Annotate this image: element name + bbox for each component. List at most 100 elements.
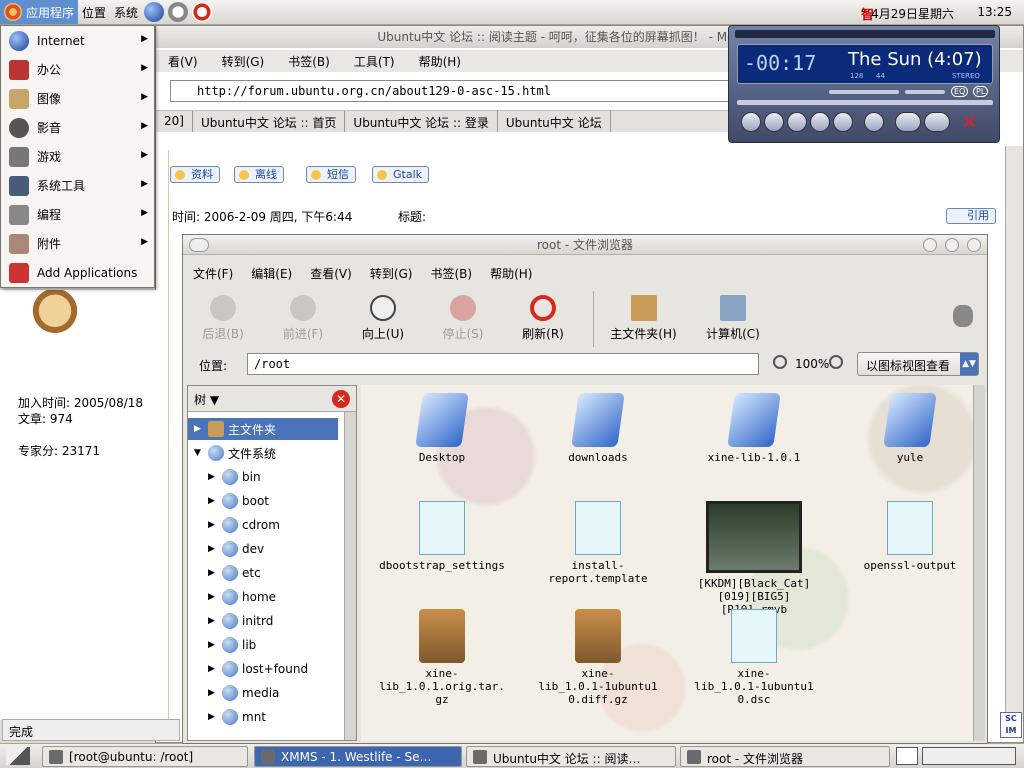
- clock-launcher-icon[interactable]: [168, 2, 189, 22]
- tree-row[interactable]: ▶ initrd: [188, 610, 338, 632]
- menu-help[interactable]: 帮助(H): [490, 265, 532, 282]
- tree-row[interactable]: ▶ dev: [188, 538, 338, 560]
- task-terminal[interactable]: [root@ubuntu: /root]: [42, 746, 248, 767]
- browser-tab[interactable]: Ubuntu中文 论坛 :: 首页: [193, 111, 346, 132]
- file-item[interactable]: downloads: [523, 393, 673, 464]
- maximize-button[interactable]: [945, 238, 959, 252]
- refresh-button[interactable]: 刷新(R): [503, 291, 583, 347]
- file-item[interactable]: dbootstrap_settings: [367, 501, 517, 572]
- minimize-button[interactable]: [923, 238, 937, 252]
- tree-row[interactable]: ▶ lib: [188, 634, 338, 656]
- up-button[interactable]: 向上(U): [343, 291, 423, 347]
- playlist-button[interactable]: PL: [973, 86, 989, 97]
- menu-item-internet[interactable]: Internet ▶: [1, 26, 154, 55]
- expander-closed-icon[interactable]: ▶: [194, 424, 202, 434]
- tree-row[interactable]: ▶ etc: [188, 562, 338, 584]
- repeat-icon[interactable]: [895, 112, 921, 132]
- workspace-preview[interactable]: [922, 747, 1016, 765]
- browser-menu-view[interactable]: 看(V): [168, 53, 198, 70]
- expander-closed-icon[interactable]: ▶: [208, 616, 216, 626]
- eject-icon[interactable]: [864, 112, 884, 132]
- file-item[interactable]: xine-lib-1.0.1: [679, 393, 829, 464]
- menu-item-games[interactable]: 游戏 ▶: [1, 142, 154, 171]
- menu-item-add-applications[interactable]: Add Applications: [1, 258, 154, 287]
- volume-slider[interactable]: [829, 90, 899, 94]
- tree-row[interactable]: ▶ bin: [188, 466, 338, 488]
- menu-item-office[interactable]: 办公 ▶: [1, 55, 154, 84]
- gtalk-button[interactable]: Gtalk: [372, 166, 430, 183]
- sidebar-header[interactable]: 树 ▼ ✕: [188, 386, 356, 412]
- quote-button[interactable]: 引用: [946, 208, 996, 224]
- expander-closed-icon[interactable]: ▶: [208, 664, 216, 674]
- system-menu[interactable]: 系统: [110, 0, 142, 24]
- menu-view[interactable]: 查看(V): [310, 265, 352, 282]
- expander-closed-icon[interactable]: ▶: [208, 544, 216, 554]
- panel-date[interactable]: 4月29日星期六: [871, 5, 954, 22]
- menu-item-system-tools[interactable]: 系统工具 ▶: [1, 171, 154, 200]
- back-button[interactable]: 后退(B): [183, 291, 263, 347]
- panel-clock[interactable]: 13:25: [977, 5, 1012, 19]
- menu-go[interactable]: 转到(G): [370, 265, 413, 282]
- expander-open-icon[interactable]: ▼: [194, 448, 202, 458]
- task-firefox[interactable]: Ubuntu中文 论坛 :: 阅读…: [466, 746, 676, 767]
- firefox-launcher-icon[interactable]: [144, 2, 165, 22]
- expander-closed-icon[interactable]: ▶: [208, 712, 216, 722]
- icon-view-scrollbar[interactable]: [973, 385, 985, 741]
- file-item[interactable]: Desktop: [367, 393, 517, 464]
- stop-icon[interactable]: [810, 112, 830, 132]
- applications-menu[interactable]: 应用程序: [0, 0, 79, 24]
- zoom-out-icon[interactable]: [773, 355, 787, 369]
- close-icon[interactable]: ✕: [961, 112, 978, 132]
- window-menu-button[interactable]: [189, 238, 209, 252]
- profile-button[interactable]: 资料: [170, 166, 220, 183]
- next-icon[interactable]: [833, 112, 853, 132]
- browser-menu-bookmarks[interactable]: 书签(B): [288, 53, 330, 70]
- file-item[interactable]: xine- lib_1.0.1-1ubuntu1 0.dsc: [679, 609, 829, 706]
- menu-item-accessories[interactable]: 附件 ▶: [1, 229, 154, 258]
- seek-bar[interactable]: [737, 100, 993, 105]
- file-item[interactable]: openssl-output: [835, 501, 985, 572]
- task-xmms[interactable]: XMMS - 1. Westlife - Se…: [254, 746, 462, 767]
- expander-closed-icon[interactable]: ▶: [208, 496, 216, 506]
- workspace-switcher[interactable]: [896, 747, 918, 765]
- location-input[interactable]: /root: [247, 353, 759, 375]
- expander-closed-icon[interactable]: ▶: [208, 592, 216, 602]
- pause-icon[interactable]: [787, 112, 807, 132]
- task-nautilus[interactable]: root - 文件浏览器: [680, 746, 890, 767]
- browser-menu-tools[interactable]: 工具(T): [354, 53, 395, 70]
- xmms-time[interactable]: -00:17: [744, 51, 816, 75]
- tree-row[interactable]: ▶ lost+found: [188, 658, 338, 680]
- xmms-titlebar[interactable]: [735, 30, 995, 38]
- url-bar[interactable]: http://forum.ubuntu.org.cn/about129-0-as…: [170, 80, 730, 102]
- shuffle-icon[interactable]: [924, 112, 950, 132]
- menu-edit[interactable]: 编辑(E): [251, 265, 292, 282]
- menu-item-graphics[interactable]: 图像 ▶: [1, 84, 154, 113]
- browser-menu-help[interactable]: 帮助(H): [419, 53, 461, 70]
- expander-closed-icon[interactable]: ▶: [208, 640, 216, 650]
- browser-menu-go[interactable]: 转到(G): [222, 53, 265, 70]
- file-item[interactable]: yule: [835, 393, 985, 464]
- offline-button[interactable]: 离线: [234, 166, 284, 183]
- menu-bookmarks[interactable]: 书签(B): [430, 265, 472, 282]
- expander-closed-icon[interactable]: ▶: [208, 472, 216, 482]
- show-desktop-icon[interactable]: [6, 747, 30, 765]
- play-icon[interactable]: [764, 112, 784, 132]
- page-scrollbar[interactable]: [1005, 146, 1023, 721]
- close-button[interactable]: [967, 238, 981, 252]
- previous-icon[interactable]: [741, 112, 761, 132]
- browser-tab[interactable]: Ubuntu中文 论坛 :: 登录: [345, 111, 498, 132]
- zoom-level[interactable]: 100%: [795, 357, 829, 371]
- tree-scrollbar[interactable]: [344, 412, 356, 740]
- file-item[interactable]: install- report.template: [523, 501, 673, 585]
- tree-row[interactable]: ▶ 主文件夹: [188, 418, 338, 440]
- menu-item-multimedia[interactable]: 影音 ▶: [1, 113, 154, 142]
- browser-tab[interactable]: 20]: [156, 111, 193, 132]
- tree-row[interactable]: ▶ media: [188, 682, 338, 704]
- expander-closed-icon[interactable]: ▶: [208, 688, 216, 698]
- eq-button[interactable]: EQ: [951, 86, 969, 97]
- home-button[interactable]: 主文件夹(H): [593, 291, 693, 347]
- scim-tray-icon[interactable]: SC IM: [1000, 712, 1022, 738]
- view-mode-select[interactable]: 以图标视图查看 ▲▼: [857, 352, 979, 376]
- tree-row[interactable]: ▶ boot: [188, 490, 338, 512]
- browser-tab[interactable]: Ubuntu中文 论坛: [498, 111, 611, 132]
